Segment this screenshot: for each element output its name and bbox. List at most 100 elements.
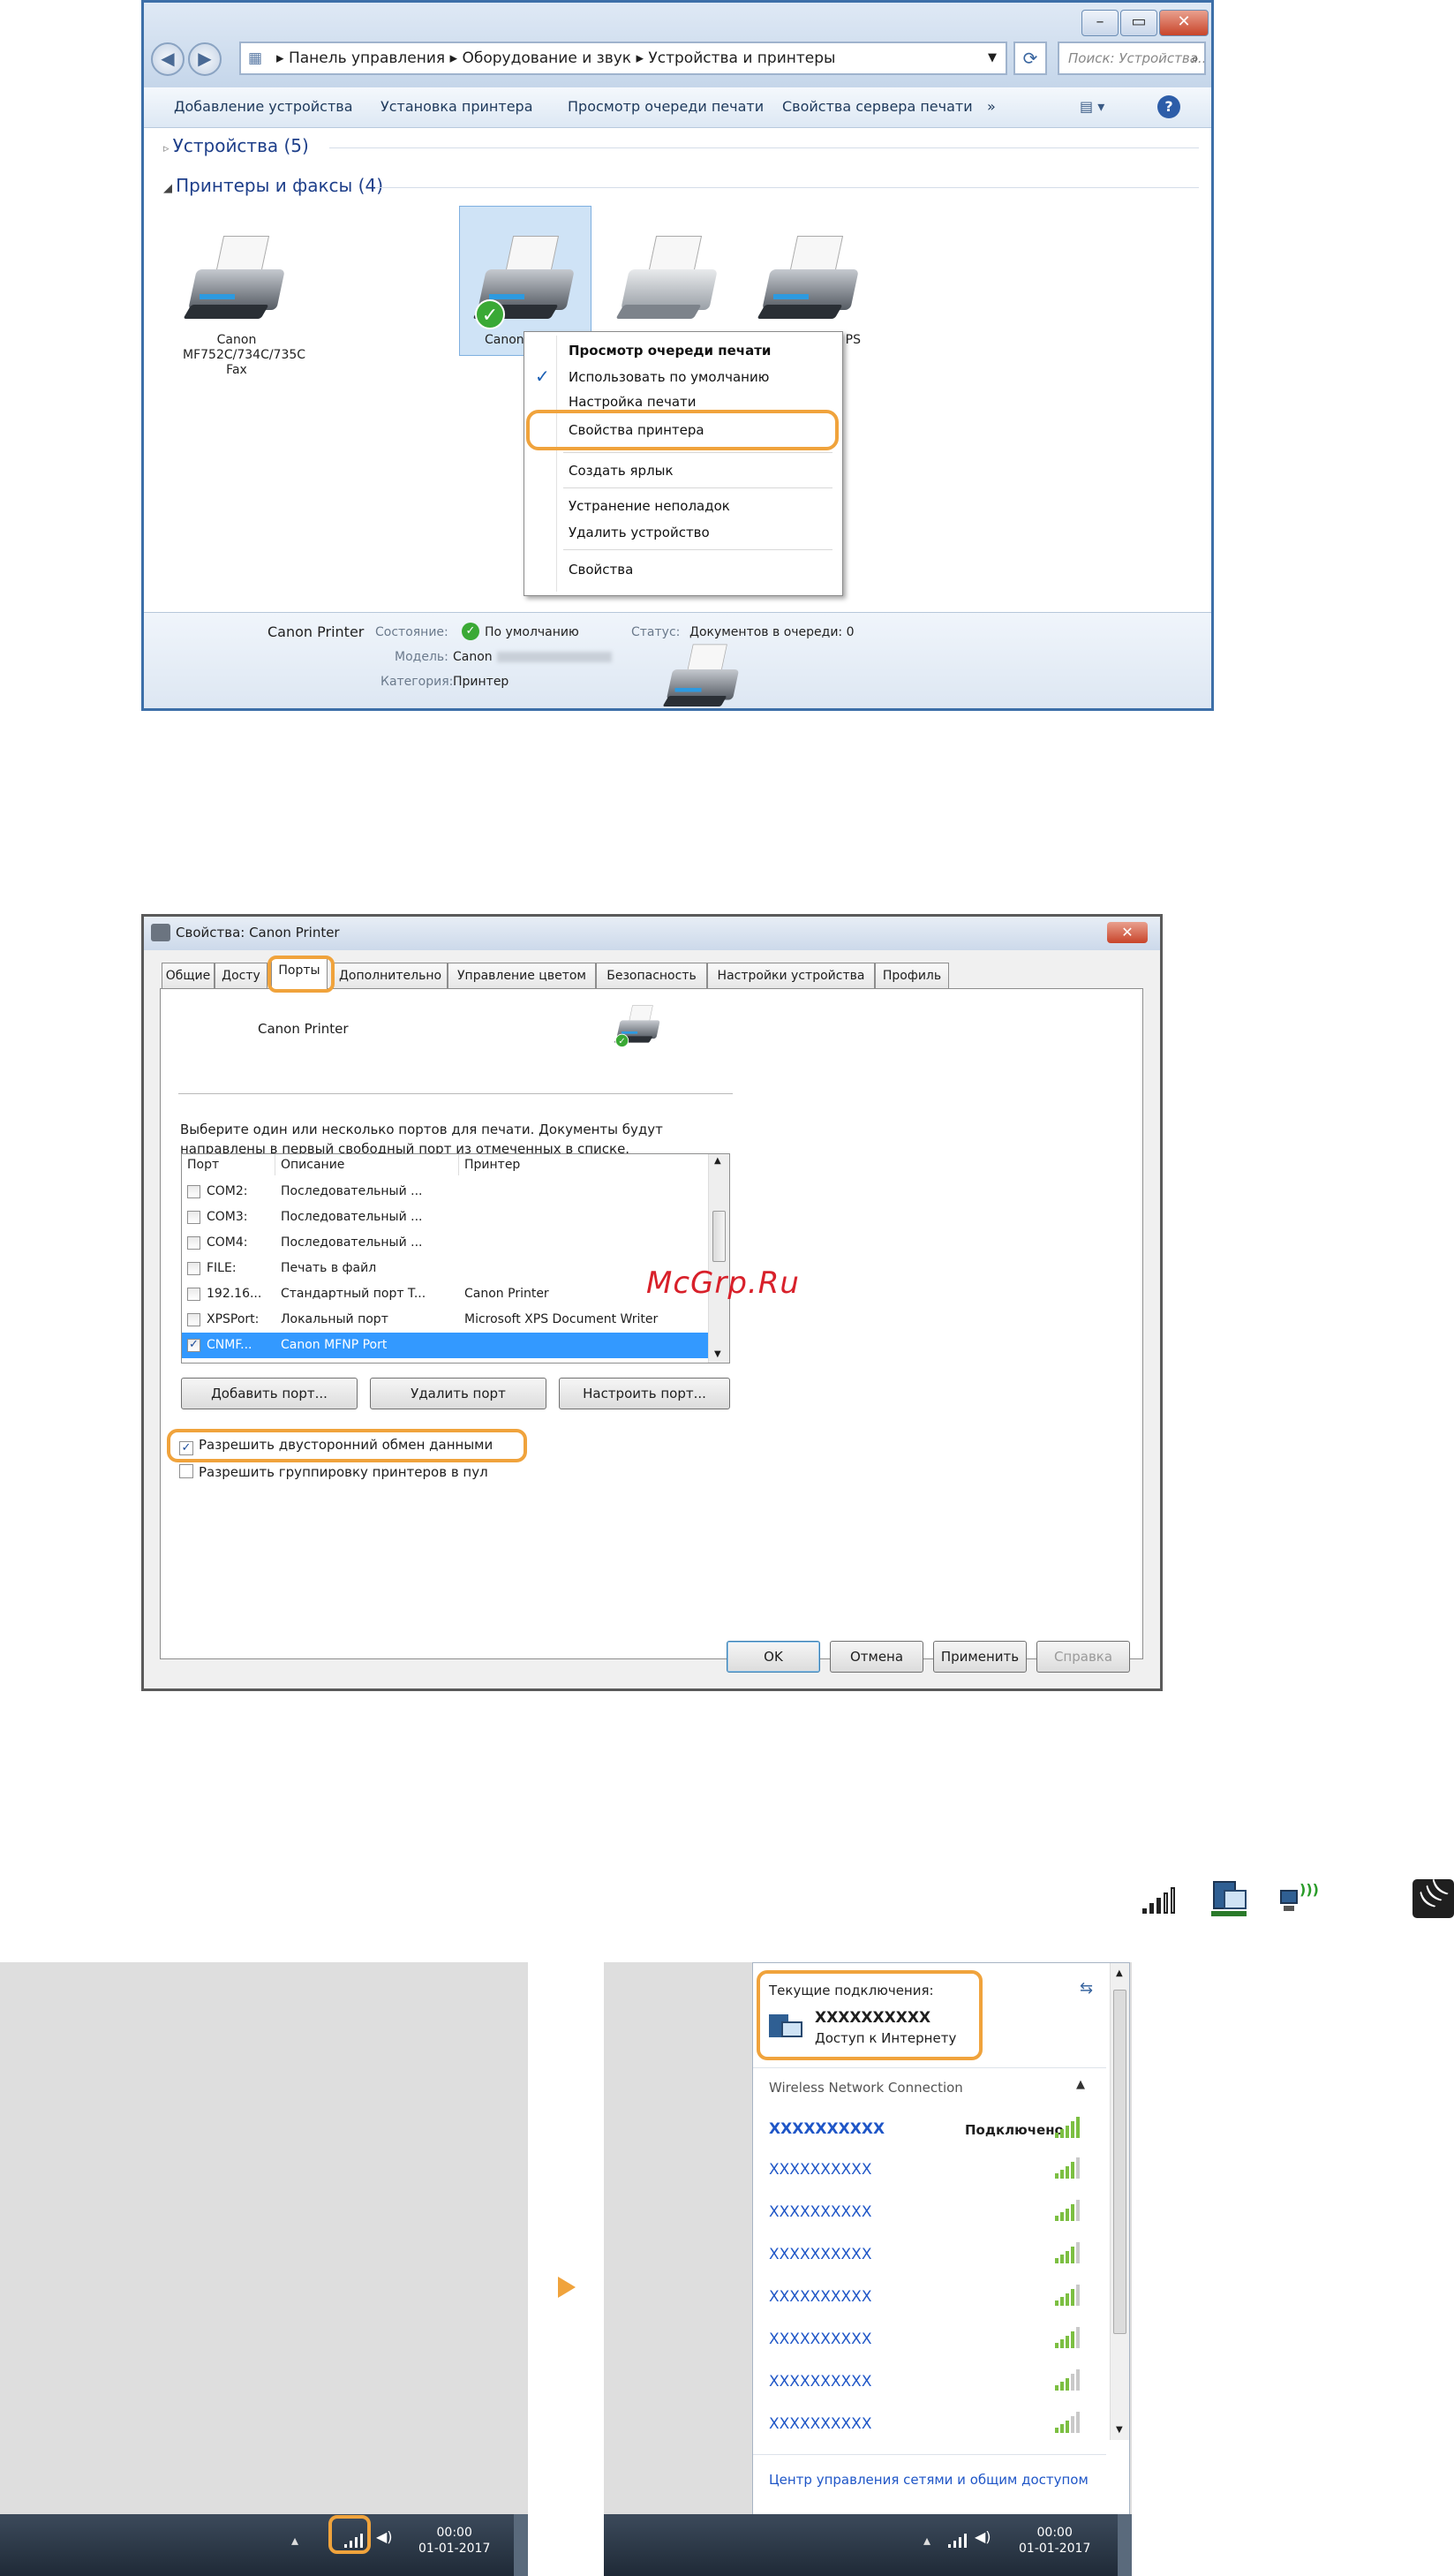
menu-item-set-default[interactable]: Использовать по умолчанию bbox=[569, 369, 769, 385]
network-item[interactable]: XXXXXXXXXX bbox=[769, 2288, 871, 2306]
tray-clock[interactable]: 00:00 01-01-2017 bbox=[418, 2525, 490, 2557]
devices-group-header[interactable]: ▹ Устройства (5) bbox=[163, 135, 309, 156]
port-checkbox[interactable] bbox=[187, 1313, 200, 1326]
port-checkbox[interactable] bbox=[187, 1288, 200, 1301]
device-canon-printer[interactable]: ✓ Canon bbox=[460, 223, 592, 348]
configure-port-button[interactable]: Настроить порт... bbox=[559, 1378, 730, 1409]
tab-general[interactable]: Общие bbox=[162, 963, 215, 989]
menu-item-printing-preferences[interactable]: Настройка печати bbox=[569, 394, 697, 410]
port-row[interactable]: 192.16... Стандартный порт T... Canon Prin… bbox=[182, 1281, 708, 1307]
close-button[interactable]: ✕ bbox=[1159, 10, 1209, 36]
network-item[interactable]: XXXXXXXXXX bbox=[769, 2203, 871, 2221]
network-item[interactable]: XXXXXXXXXX bbox=[769, 2246, 871, 2263]
address-dropdown-icon[interactable]: ▼ bbox=[988, 43, 997, 73]
print-queue-command[interactable]: Просмотр очереди печати bbox=[568, 98, 764, 115]
network-tray-icon[interactable] bbox=[948, 2530, 967, 2548]
close-button[interactable]: ✕ bbox=[1107, 922, 1148, 943]
tab-security[interactable]: Безопасность bbox=[596, 963, 707, 989]
maximize-button[interactable]: ▭ bbox=[1120, 10, 1157, 36]
list-scrollbar[interactable]: ▲ ▼ bbox=[708, 1154, 729, 1363]
column-header-description[interactable]: Описание bbox=[275, 1154, 459, 1175]
menu-item-properties[interactable]: Свойства bbox=[569, 562, 633, 578]
tab-advanced[interactable]: Дополнительно bbox=[333, 963, 448, 989]
port-checkbox[interactable] bbox=[187, 1236, 200, 1250]
port-row[interactable]: COM2: Последовательный ... bbox=[182, 1179, 708, 1205]
search-input[interactable]: Поиск: Устройства... ⌕ bbox=[1058, 42, 1206, 75]
menu-item-create-shortcut[interactable]: Создать ярлык bbox=[569, 463, 674, 479]
tray-arrow-icon[interactable]: ▴ bbox=[923, 2532, 930, 2549]
add-port-button[interactable]: Добавить порт... bbox=[181, 1378, 358, 1409]
scroll-up-icon[interactable]: ▲ bbox=[1116, 1968, 1123, 1978]
device-xps-writer[interactable]: PS bbox=[744, 223, 877, 348]
tab-profile[interactable]: Профиль bbox=[875, 963, 949, 989]
ports-list[interactable]: Порт Описание Принтер COM2: Последователь… bbox=[181, 1153, 730, 1364]
menu-item-view-queue[interactable]: Просмотр очереди печати bbox=[569, 343, 771, 359]
port-checkbox[interactable] bbox=[187, 1211, 200, 1224]
view-options-icon[interactable]: ▤ ▾ bbox=[1080, 98, 1104, 115]
menu-item-printer-properties[interactable]: Свойства принтера bbox=[569, 422, 704, 438]
show-desktop-button[interactable] bbox=[514, 2514, 528, 2576]
network-item[interactable]: XXXXXXXXXX bbox=[769, 2373, 871, 2391]
menu-item-troubleshoot[interactable]: Устранение неполадок bbox=[569, 498, 730, 514]
volume-icon[interactable]: ◀) bbox=[975, 2528, 991, 2545]
address-bar[interactable]: ▦ ▸ Панель управления ▸ Оборудование и з… bbox=[239, 42, 1007, 75]
bidi-checkbox[interactable]: ✓ Разрешить двусторонний обмен данными bbox=[179, 1437, 493, 1455]
collapse-icon[interactable]: ▲ bbox=[1076, 2078, 1085, 2091]
breadcrumb-item[interactable]: Оборудование и звук bbox=[462, 49, 631, 67]
volume-icon[interactable]: ◀) bbox=[376, 2528, 393, 2545]
apply-button[interactable]: Применить bbox=[933, 1641, 1027, 1673]
delete-port-button[interactable]: Удалить порт bbox=[370, 1378, 546, 1409]
printers-group-header[interactable]: ◢ Принтеры и факсы (4) bbox=[163, 175, 383, 196]
port-row[interactable]: FILE: Печать в файл bbox=[182, 1256, 708, 1281]
scroll-up-icon[interactable]: ▲ bbox=[714, 1156, 721, 1166]
tab-color-management[interactable]: Управление цветом bbox=[448, 963, 596, 989]
pool-checkbox[interactable]: Разрешить группировку принтеров в пул bbox=[179, 1464, 488, 1480]
add-printer-command[interactable]: Установка принтера bbox=[380, 98, 533, 115]
menu-item-remove-device[interactable]: Удалить устройство bbox=[569, 525, 710, 540]
refresh-icon[interactable]: ⇆ bbox=[1080, 1979, 1093, 1998]
wireless-section-header[interactable]: Wireless Network Connection bbox=[769, 2080, 963, 2096]
tab-device-settings[interactable]: Настройки устройства bbox=[707, 963, 875, 989]
scroll-thumb[interactable] bbox=[712, 1211, 726, 1262]
tray-clock[interactable]: 00:00 01-01-2017 bbox=[1019, 2525, 1090, 2557]
port-row[interactable]: COM4: Последовательный ... bbox=[182, 1230, 708, 1256]
port-row[interactable]: COM3: Последовательный ... bbox=[182, 1205, 708, 1230]
network-item[interactable]: XXXXXXXXXX bbox=[769, 2330, 871, 2348]
help-button[interactable]: Справка bbox=[1036, 1641, 1130, 1673]
port-row[interactable]: XPSPort: Локальный порт Microsoft XPS Docu… bbox=[182, 1307, 708, 1333]
scroll-thumb[interactable] bbox=[1113, 1990, 1126, 2334]
port-row[interactable]: ✓ CNMF... Canon MFNP Port bbox=[182, 1333, 708, 1358]
back-button[interactable]: ◀ bbox=[151, 42, 185, 76]
breadcrumb-item[interactable]: Устройства и принтеры bbox=[648, 49, 835, 67]
tray-arrow-icon[interactable]: ▴ bbox=[291, 2532, 298, 2549]
breadcrumb-item[interactable]: Панель управления bbox=[289, 49, 445, 67]
scroll-down-icon[interactable]: ▼ bbox=[714, 1349, 721, 1359]
port-checkbox[interactable] bbox=[187, 1185, 200, 1198]
network-item[interactable]: XXXXXXXXXX bbox=[769, 2161, 871, 2179]
device-fax[interactable]: Canon MF752C/734C/735C Fax bbox=[170, 223, 305, 378]
search-icon[interactable]: ⌕ bbox=[1192, 43, 1199, 73]
forward-button[interactable]: ▶ bbox=[188, 42, 222, 76]
print-server-properties-command[interactable]: Свойства сервера печати bbox=[782, 98, 973, 115]
device-fax-machine[interactable] bbox=[603, 223, 735, 329]
column-header-printer[interactable]: Принтер bbox=[459, 1154, 708, 1175]
network-item[interactable]: XXXXXXXXXX bbox=[769, 2415, 871, 2433]
more-commands-button[interactable]: » bbox=[987, 98, 996, 115]
checkbox-box[interactable]: ✓ bbox=[179, 1441, 193, 1455]
port-checkbox[interactable]: ✓ bbox=[187, 1339, 200, 1352]
refresh-icon[interactable]: ⟳ bbox=[1013, 42, 1047, 75]
minimize-button[interactable]: – bbox=[1081, 10, 1119, 36]
help-icon[interactable]: ? bbox=[1157, 95, 1180, 118]
add-device-command[interactable]: Добавление устройства bbox=[174, 98, 353, 115]
ok-button[interactable]: OK bbox=[727, 1641, 820, 1673]
checkbox-box[interactable] bbox=[179, 1464, 193, 1478]
port-checkbox[interactable] bbox=[187, 1262, 200, 1275]
scroll-down-icon[interactable]: ▼ bbox=[1116, 2425, 1123, 2435]
cancel-button[interactable]: Отмена bbox=[830, 1641, 923, 1673]
network-center-link[interactable]: Центр управления сетями и общим доступом bbox=[769, 2472, 1089, 2488]
connected-network-name[interactable]: XXXXXXXXXX bbox=[769, 2120, 885, 2138]
tab-access[interactable]: Досту bbox=[215, 963, 267, 989]
flyout-scrollbar[interactable]: ▲ ▼ bbox=[1110, 1963, 1129, 2440]
column-header-port[interactable]: Порт bbox=[182, 1154, 275, 1175]
show-desktop-button[interactable] bbox=[1118, 2514, 1132, 2576]
